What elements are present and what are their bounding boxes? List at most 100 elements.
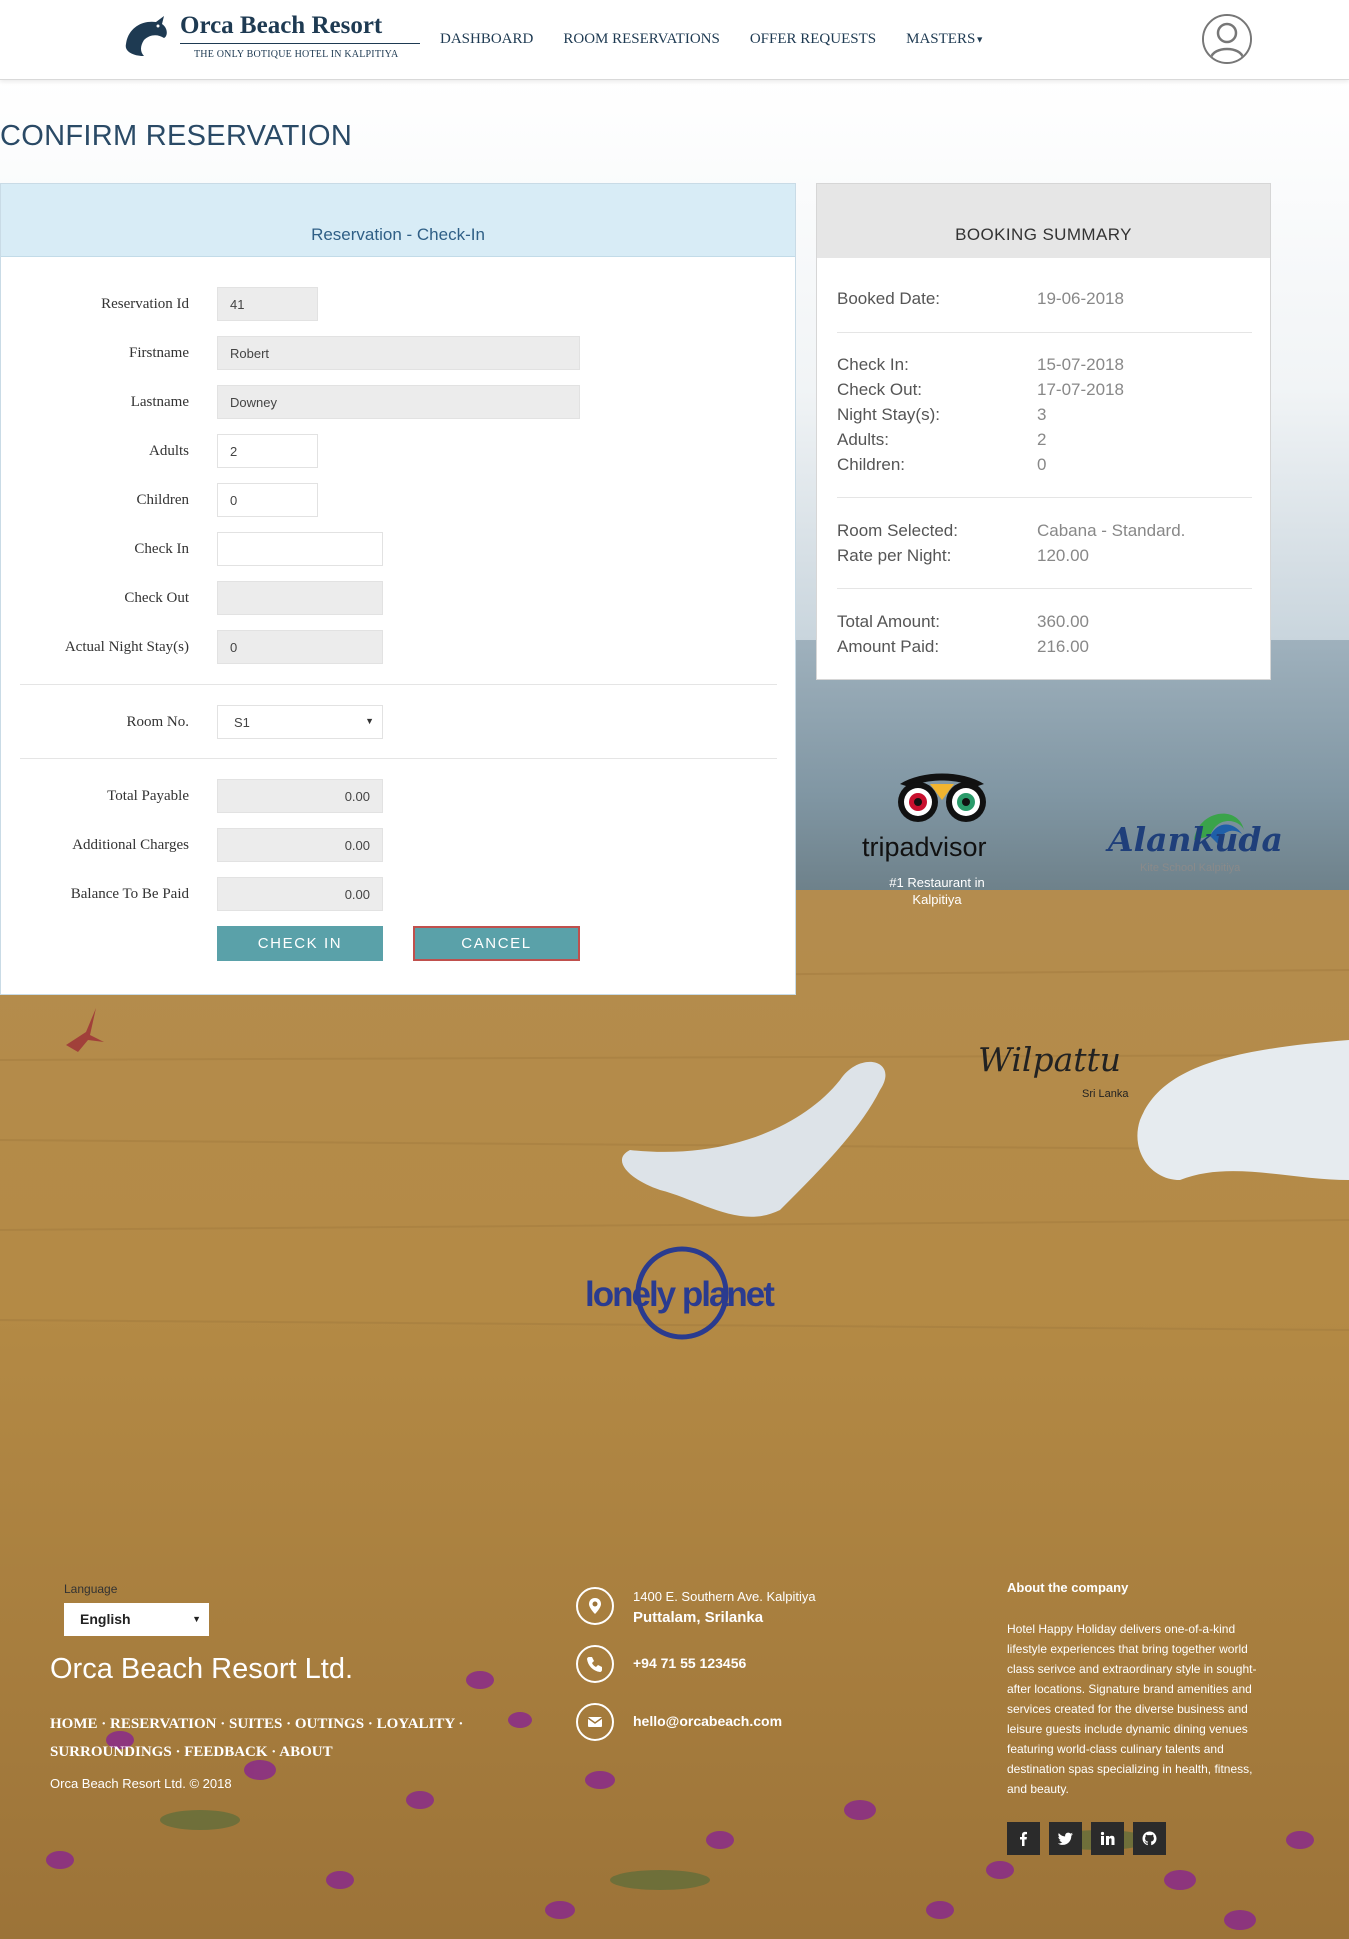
row-balance: Balance To Be Paid 0.00 <box>1 877 797 911</box>
facebook-button[interactable] <box>1007 1822 1040 1855</box>
label-lastname: Lastname <box>130 394 189 410</box>
footer-link-home[interactable]: HOME <box>50 1716 98 1732</box>
linkedin-button[interactable] <box>1091 1822 1124 1855</box>
booking-summary-title: BOOKING SUMMARY <box>817 184 1270 258</box>
label-adults: Adults <box>148 443 189 459</box>
room-no-value: S1 <box>234 715 250 730</box>
tripadvisor-wordmark: tripadvisor <box>862 832 987 863</box>
footer-copyright: Orca Beach Resort Ltd. © 2018 <box>50 1776 232 1791</box>
summary-value: 2 <box>1037 430 1047 449</box>
label-children: Children <box>136 492 190 508</box>
check-in-date-field[interactable] <box>217 532 383 566</box>
alankuda-logo[interactable]: Alankuda Kite School Kalpitiya <box>1108 798 1283 878</box>
nav-masters-dropdown[interactable]: MASTERS▼ <box>906 31 984 48</box>
lastname-field[interactable]: Downey <box>217 385 580 419</box>
firstname-field[interactable]: Robert <box>217 336 580 370</box>
summary-divider <box>837 332 1252 333</box>
caret-down-icon: ▼ <box>975 34 985 45</box>
label-night-stays: Actual Night Stay(s) <box>64 639 189 655</box>
facebook-icon <box>1020 1831 1027 1846</box>
summary-label: Adults: <box>837 430 889 449</box>
label-room-no: Room No. <box>126 714 189 730</box>
brand-logo[interactable]: Orca Beach Resort THE ONLY BOTIQUE HOTEL… <box>122 12 422 66</box>
footer-link-loyality[interactable]: LOYALITY <box>377 1716 455 1732</box>
label-check-out: Check Out <box>124 590 189 606</box>
check-out-date-field[interactable] <box>217 581 383 615</box>
github-icon <box>1142 1831 1157 1846</box>
caret-down-icon: ▼ <box>365 716 374 726</box>
twitter-button[interactable] <box>1049 1822 1082 1855</box>
footer-link-suites[interactable]: SUITES <box>229 1716 282 1732</box>
owl-eyes-icon <box>898 773 986 822</box>
phone-number: +94 71 55 123456 <box>633 1655 747 1671</box>
nav-dashboard[interactable]: DASHBOARD <box>440 31 533 48</box>
wilpattu-logo[interactable]: Wilpattu Sri Lanka <box>978 1040 1138 1105</box>
row-check-out: Check Out <box>1 581 797 615</box>
alankuda-text: Alankuda <box>1108 820 1283 859</box>
footer-links: HOME · RESERVATION · SUITES · OUTINGS · … <box>50 1716 464 1760</box>
tripadvisor-logo[interactable]: tripadvisor #1 Restaurant in Kalpitiya <box>862 770 1022 910</box>
language-select[interactable]: English ▼ <box>64 1603 209 1636</box>
nav-offer-requests[interactable]: OFFER REQUESTS <box>750 31 876 48</box>
room-no-select[interactable]: S1 ▼ <box>217 705 383 739</box>
footer-link-feedback[interactable]: FEEDBACK <box>184 1744 267 1760</box>
row-reservation-id: Reservation Id 41 <box>1 287 797 321</box>
reservation-id-field[interactable]: 41 <box>217 287 318 321</box>
row-room-no: Room No. S1 ▼ <box>1 705 797 739</box>
user-avatar[interactable] <box>1202 14 1252 64</box>
footer-link-about[interactable]: ABOUT <box>279 1744 332 1760</box>
adults-field[interactable]: 2 <box>217 434 318 468</box>
summary-divider <box>837 497 1252 498</box>
footer-link-outings[interactable]: OUTINGS <box>295 1716 364 1732</box>
label-additional-charges: Additional Charges <box>72 837 189 853</box>
row-check-in: Check In <box>1 532 797 566</box>
nav-room-reservations[interactable]: ROOM RESERVATIONS <box>563 31 719 48</box>
summary-value: 120.00 <box>1037 546 1089 565</box>
language-label: Language <box>64 1582 118 1596</box>
children-field[interactable]: 0 <box>217 483 318 517</box>
night-stays-field[interactable]: 0 <box>217 630 383 664</box>
additional-charges-field[interactable]: 0.00 <box>217 828 383 862</box>
page-title: CONFIRM RESERVATION <box>0 120 353 152</box>
tripadvisor-caption-line: Kalpitiya <box>912 892 962 907</box>
total-payable-field[interactable]: 0.00 <box>217 779 383 813</box>
footer-link-surroundings[interactable]: SURROUNDINGS <box>50 1744 172 1760</box>
form-divider <box>20 684 777 685</box>
lonely-planet-logo[interactable]: lonely planet <box>585 1245 785 1345</box>
row-adults: Adults 2 <box>1 434 797 468</box>
location-pin-icon <box>576 1587 614 1625</box>
address-line-1: 1400 E. Southern Ave. Kalpitiya <box>633 1589 816 1604</box>
row-additional-charges: Additional Charges 0.00 <box>1 828 797 862</box>
footer-email[interactable]: hello@orcabeach.com <box>576 1703 876 1743</box>
alankuda-caption: Kite School Kalpitiya <box>1140 862 1241 874</box>
label-reservation-id: Reservation Id <box>101 296 189 312</box>
summary-value: 3 <box>1037 405 1047 424</box>
balance-field[interactable]: 0.00 <box>217 877 383 911</box>
row-children: Children 0 <box>1 483 797 517</box>
envelope-icon <box>576 1703 614 1741</box>
summary-value: 216.00 <box>1037 637 1089 656</box>
row-night-stays: Actual Night Stay(s) 0 <box>1 630 797 664</box>
linkedin-icon <box>1100 1831 1115 1845</box>
main-nav: DASHBOARD ROOM RESERVATIONS OFFER REQUES… <box>440 31 1014 48</box>
brand-name: Orca Beach Resort <box>180 12 383 39</box>
summary-label: Rate per Night: <box>837 546 952 565</box>
footer-link-reservation[interactable]: RESERVATION <box>110 1716 216 1732</box>
language-value: English <box>80 1611 131 1627</box>
summary-label: Booked Date: <box>837 289 941 308</box>
summary-value: 19-06-2018 <box>1037 289 1124 308</box>
summary-label: Check In: <box>837 355 909 374</box>
footer-phone[interactable]: +94 71 55 123456 <box>576 1645 876 1685</box>
twitter-icon <box>1058 1832 1073 1845</box>
cancel-button[interactable]: CANCEL <box>413 926 580 961</box>
github-button[interactable] <box>1133 1822 1166 1855</box>
brand-tagline: THE ONLY BOTIQUE HOTEL IN KALPITIYA <box>194 49 399 60</box>
reservation-panel-title: Reservation - Check-In <box>1 184 795 257</box>
booking-summary-panel: BOOKING SUMMARY Booked Date: 19-06-2018 … <box>816 183 1271 680</box>
summary-value: 17-07-2018 <box>1037 380 1124 399</box>
summary-label: Night Stay(s): <box>837 405 940 424</box>
reservation-panel: Reservation - Check-In Reservation Id 41… <box>0 183 796 995</box>
tripadvisor-caption: #1 Restaurant in Kalpitiya <box>862 874 1012 908</box>
summary-label: Total Amount: <box>837 612 941 631</box>
check-in-button[interactable]: CHECK IN <box>217 926 383 961</box>
